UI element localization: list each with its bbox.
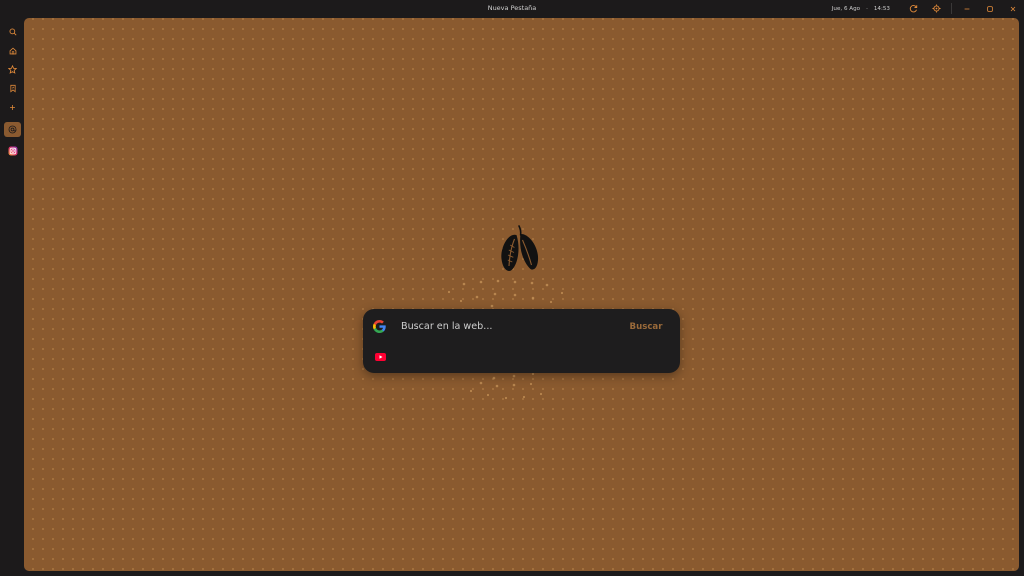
maximize-icon [986, 5, 993, 12]
sidebar-item-bookmarks[interactable] [4, 81, 21, 96]
youtube-icon[interactable] [375, 353, 386, 361]
cacao-pod-icon [501, 225, 539, 271]
search-input[interactable] [401, 318, 621, 335]
maximize-button[interactable] [978, 0, 1001, 17]
sidebar-item-search[interactable] [4, 24, 21, 39]
sidebar-item-threads[interactable] [4, 122, 21, 137]
time-text: 14:53 [873, 5, 890, 12]
new-tab-page: Buscar [24, 18, 1019, 571]
google-icon[interactable] [373, 320, 386, 333]
title-bar: Nueva Pestaña Jue, 6 Ago · 14:53 [0, 0, 1024, 18]
at-sign-icon [8, 125, 17, 134]
title-bar-right: Jue, 6 Ago · 14:53 [832, 0, 1024, 17]
clock: Jue, 6 Ago · 14:53 [832, 6, 890, 12]
sidebar-item-instagram[interactable] [4, 143, 21, 158]
refresh-button[interactable] [902, 0, 925, 17]
plus-icon [10, 105, 15, 110]
sidebar-item-home[interactable] [4, 43, 21, 58]
close-icon [1010, 6, 1015, 11]
home-icon [9, 47, 16, 54]
date-text: Jue, 6 Ago [831, 5, 861, 12]
dot-halo-decoration [447, 279, 564, 400]
settings-button[interactable] [925, 0, 948, 17]
search-icon [9, 28, 17, 36]
sidebar-item-favorites[interactable] [4, 62, 21, 77]
instagram-icon [8, 146, 17, 155]
minimize-button[interactable] [955, 0, 978, 17]
refresh-icon [909, 5, 918, 13]
sidebar [0, 18, 24, 576]
minimize-icon [964, 8, 969, 9]
star-icon [8, 65, 17, 74]
search-button[interactable]: Buscar [625, 318, 667, 335]
date-separator: · [866, 5, 868, 12]
bookmark-icon [9, 84, 16, 93]
settings-icon [932, 4, 941, 13]
search-box: Buscar [363, 309, 680, 373]
close-button[interactable] [1001, 0, 1024, 17]
title-bar-divider [951, 3, 952, 14]
sidebar-item-add[interactable] [4, 100, 21, 115]
